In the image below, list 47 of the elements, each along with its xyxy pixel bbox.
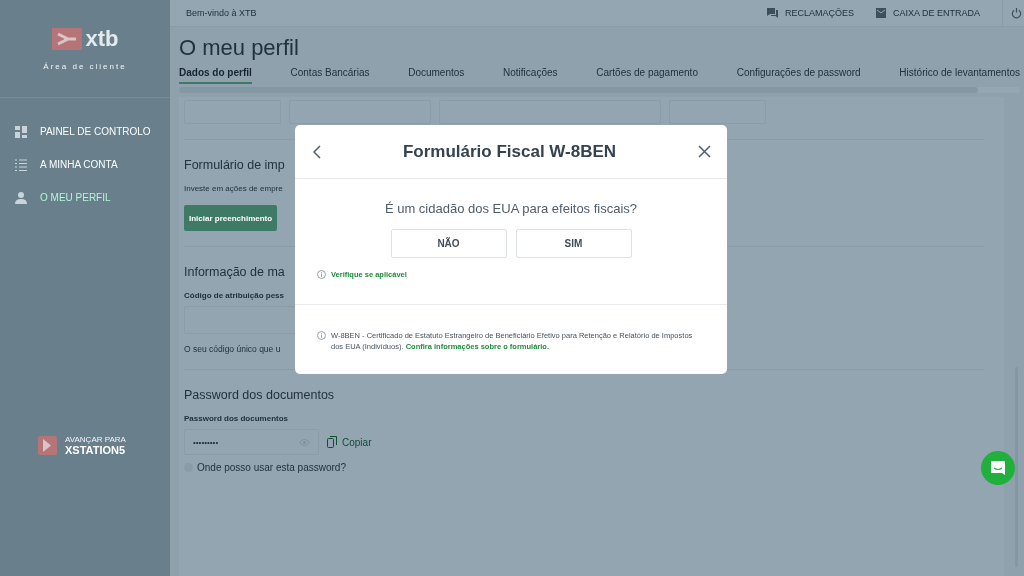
copy-icon [327, 436, 337, 448]
chat-bubble-icon [990, 460, 1006, 476]
field-hint: O seu código único que u [184, 344, 281, 354]
start-button[interactable]: Iniciar preenchimento [184, 205, 278, 231]
copy-button[interactable]: Copiar [327, 436, 372, 448]
person-icon [15, 191, 27, 204]
tab[interactable]: Cartões de pagamento [596, 67, 698, 84]
tab[interactable]: Dados do perfil [179, 67, 252, 84]
dashboard-icon [15, 125, 27, 138]
dialog-question: É um cidadão dos EUA para efeitos fiscais? [384, 201, 638, 216]
info-icon [317, 270, 326, 279]
mail-icon [875, 8, 886, 18]
tab[interactable]: Contas Bancárias [290, 67, 370, 84]
answer-button[interactable]: SIM [515, 229, 632, 258]
top-link[interactable]: RECLAMAÇÕES [766, 8, 854, 18]
tab[interactable]: Documentos [408, 67, 465, 84]
section-heading: Password dos documentos [184, 388, 335, 402]
help-link[interactable]: Onde posso usar esta password? [197, 462, 346, 473]
page-title: O meu perfil [179, 35, 300, 62]
tab[interactable]: Notificações [503, 67, 558, 84]
sidebar-subtitle: Área de cliente [43, 62, 127, 71]
password-field[interactable]: ••••••••• [184, 429, 319, 455]
xstation-logo-icon [38, 436, 57, 455]
answer-button[interactable]: NÃO [390, 229, 507, 258]
section-heading: Informação de ma [184, 265, 285, 279]
logo-text: xtb [85, 26, 119, 52]
nav-item[interactable]: PAINEL DE CONTROLO [0, 115, 170, 148]
logo-mark-icon [51, 28, 82, 50]
field-label: Password dos documentos [184, 414, 289, 423]
nav-item[interactable]: O MEU PERFIL [0, 181, 170, 214]
tab[interactable]: Histórico de levantamentos [899, 67, 1020, 84]
nav-item[interactable]: A MINHA CONTA [0, 148, 170, 181]
dialog-title: Formulário Fiscal W-8BEN [402, 141, 617, 162]
welcome-text: Bem-vindo à XTB [186, 8, 257, 18]
promo-link[interactable]: XSTATION5 [65, 444, 126, 456]
tab[interactable]: Configurações de password [736, 67, 861, 84]
chat-icon [766, 8, 778, 18]
info-icon [317, 331, 326, 340]
field-label: Código de atribuição pess [184, 291, 284, 300]
back-icon[interactable] [313, 144, 321, 159]
list-icon [15, 158, 27, 171]
section-text: Investe em ações de empre [184, 184, 283, 193]
promo-caption: AVANÇAR PARA [65, 435, 126, 444]
section-heading: Formulário de imp [184, 158, 285, 172]
power-icon[interactable] [1011, 7, 1022, 19]
close-icon[interactable] [698, 145, 711, 158]
top-link[interactable]: CAIXA DE ENTRADA [875, 8, 980, 18]
